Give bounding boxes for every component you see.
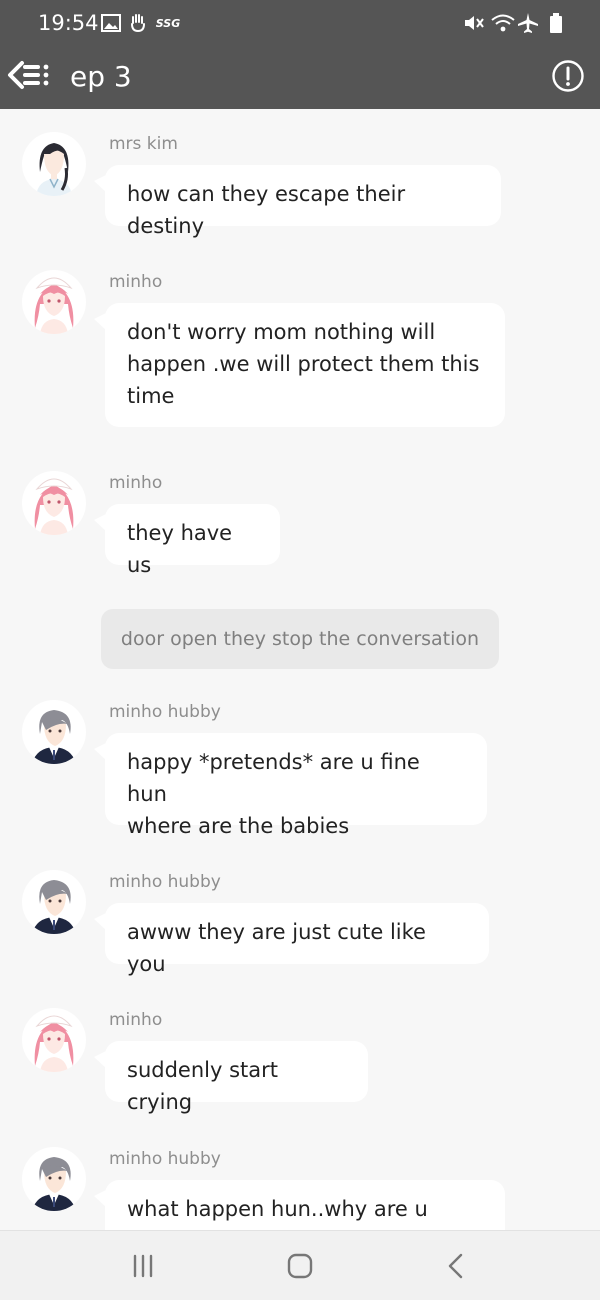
minho-hubby-avatar[interactable] [22, 870, 86, 934]
message-bubble[interactable]: they have us [94, 504, 280, 577]
message-bubble[interactable]: how can they escape their destiny [94, 165, 501, 238]
message-bubble[interactable]: happy *pretends* are u fine hun where ar… [94, 733, 487, 838]
minho-avatar[interactable] [22, 471, 86, 535]
back-list-icon[interactable] [6, 58, 52, 94]
status-time: 19:54 [38, 11, 99, 35]
narration-bubble[interactable]: door open they stop the conversation [101, 609, 499, 669]
carrier-badge: SSG [155, 16, 181, 30]
message-line: time [127, 384, 175, 408]
message-line: where are the babies [127, 814, 350, 838]
app-header: ep 3 [0, 48, 600, 109]
wifi-icon [490, 12, 516, 34]
battery-icon [549, 12, 563, 34]
message-line: awww they are just cute like you [127, 920, 426, 976]
message-bubble[interactable]: awww they are just cute like you [94, 903, 489, 976]
page-title: ep 3 [70, 60, 132, 93]
hand-icon [128, 12, 148, 34]
sender-name: minho [109, 1010, 163, 1030]
status-bar: 19:54 SSG [0, 0, 600, 48]
chat-area[interactable]: mrs kim how can they escape their destin… [0, 109, 600, 1230]
minho-avatar[interactable] [22, 1008, 86, 1072]
message-line: don't worry mom nothing will [127, 320, 436, 344]
message-line: suddenly start crying [127, 1058, 278, 1114]
minho-hubby-avatar[interactable] [22, 700, 86, 764]
back-icon[interactable] [436, 1249, 476, 1283]
message-line: happen .we will protect them this [127, 352, 480, 376]
recent-apps-icon[interactable] [123, 1249, 163, 1283]
message-line: how can they escape their destiny [127, 182, 406, 238]
sender-name: minho hubby [109, 872, 221, 892]
message-line: happy *pretends* are u fine hun [127, 750, 420, 806]
message-bubble[interactable]: what happen hun..why are u [94, 1180, 505, 1230]
image-icon [100, 12, 122, 34]
message-bubble[interactable]: don't worry mom nothing will happen .we … [94, 303, 505, 427]
sender-name: minho [109, 272, 163, 292]
minho-avatar[interactable] [22, 270, 86, 334]
message-line: what happen hun..why are u [127, 1197, 428, 1221]
sender-name: minho [109, 473, 163, 493]
info-icon[interactable] [551, 59, 585, 93]
airplane-icon [517, 12, 539, 34]
mrs-kim-avatar[interactable] [22, 132, 86, 196]
system-nav-bar [0, 1230, 600, 1300]
minho-hubby-avatar[interactable] [22, 1147, 86, 1211]
mute-icon [463, 12, 485, 34]
message-line: they have us [127, 521, 233, 577]
message-bubble[interactable]: suddenly start crying [94, 1041, 368, 1114]
sender-name: minho hubby [109, 1149, 221, 1169]
sender-name: mrs kim [109, 134, 178, 154]
home-icon[interactable] [280, 1249, 320, 1283]
sender-name: minho hubby [109, 702, 221, 722]
